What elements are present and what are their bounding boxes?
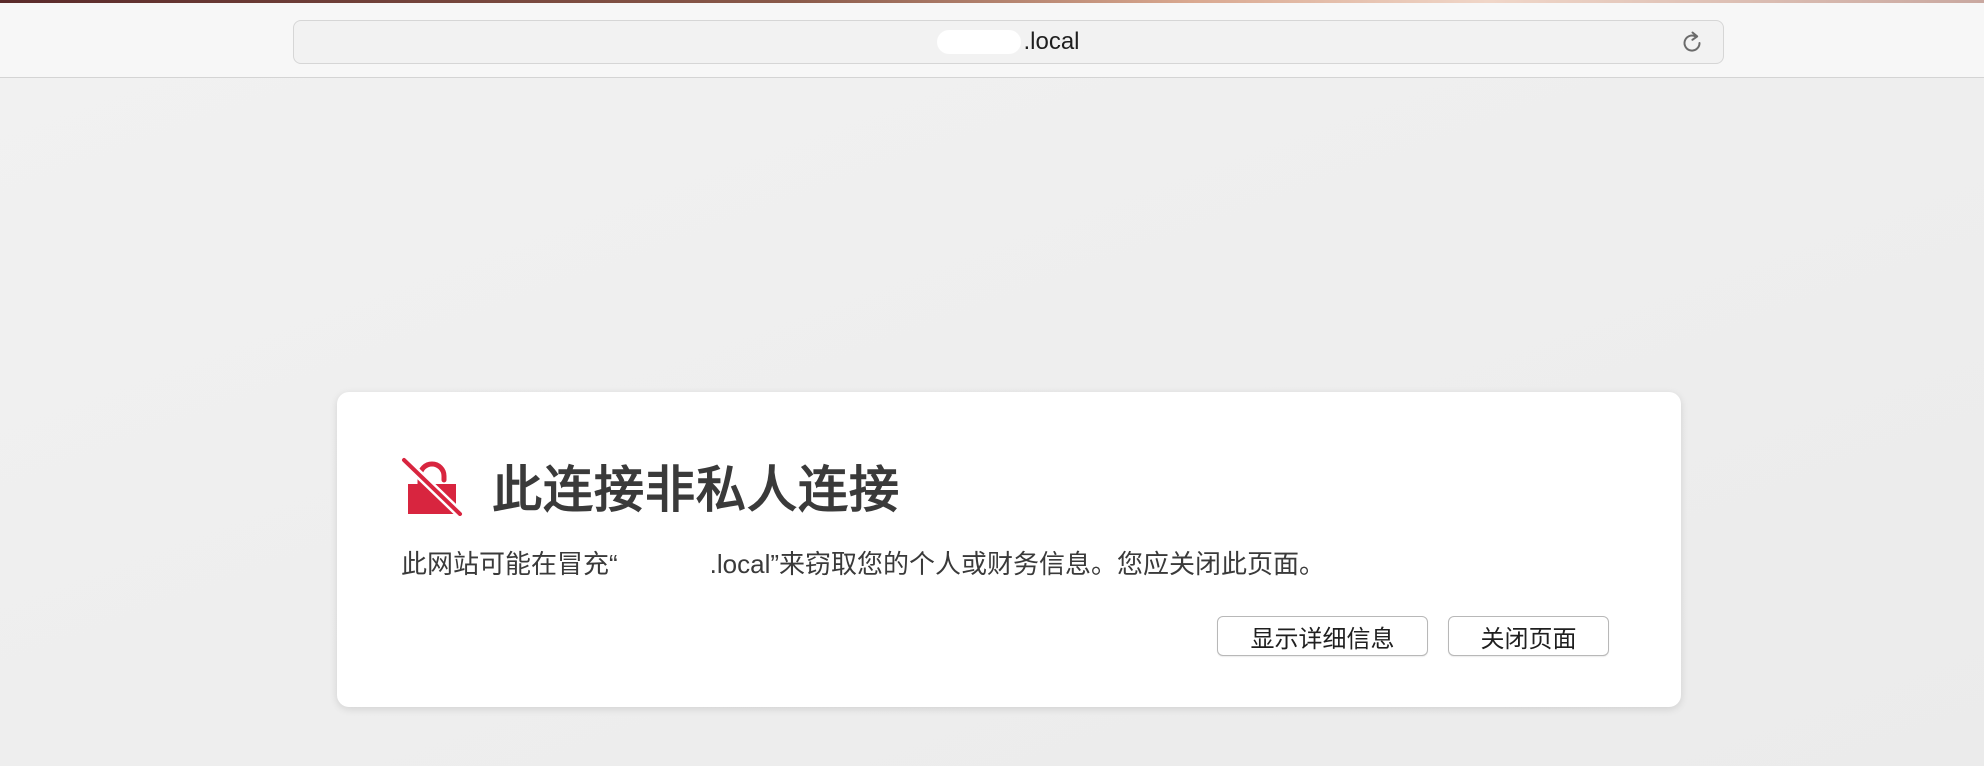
- show-details-button[interactable]: 显示详细信息: [1217, 616, 1428, 656]
- address-url: .local: [294, 21, 1723, 63]
- privacy-warning-card: 此连接非私人连接 此网站可能在冒充“ .local”来窃取您的个人或财务信息。您应…: [337, 392, 1681, 707]
- redacted-domain: [617, 553, 710, 580]
- warning-message-domain-suffix: .local: [709, 549, 771, 579]
- warning-message-suffix: ”来窃取您的个人或财务信息。您应关闭此页面。: [770, 549, 1326, 579]
- redacted-domain: [937, 30, 1022, 54]
- warning-message-prefix: 此网站可能在冒充“: [401, 549, 618, 579]
- close-page-button[interactable]: 关闭页面: [1448, 616, 1609, 656]
- address-bar[interactable]: .local: [293, 20, 1724, 64]
- broken-lock-icon: [399, 455, 465, 519]
- warning-message: 此网站可能在冒充“ .local”来窃取您的个人或财务信息。您应关闭此页面。: [401, 544, 1325, 581]
- browser-toolbar: .local: [0, 3, 1984, 78]
- reload-icon[interactable]: [1679, 30, 1705, 56]
- address-domain-suffix: .local: [1023, 28, 1080, 55]
- warning-title: 此连接非私人连接: [492, 462, 900, 518]
